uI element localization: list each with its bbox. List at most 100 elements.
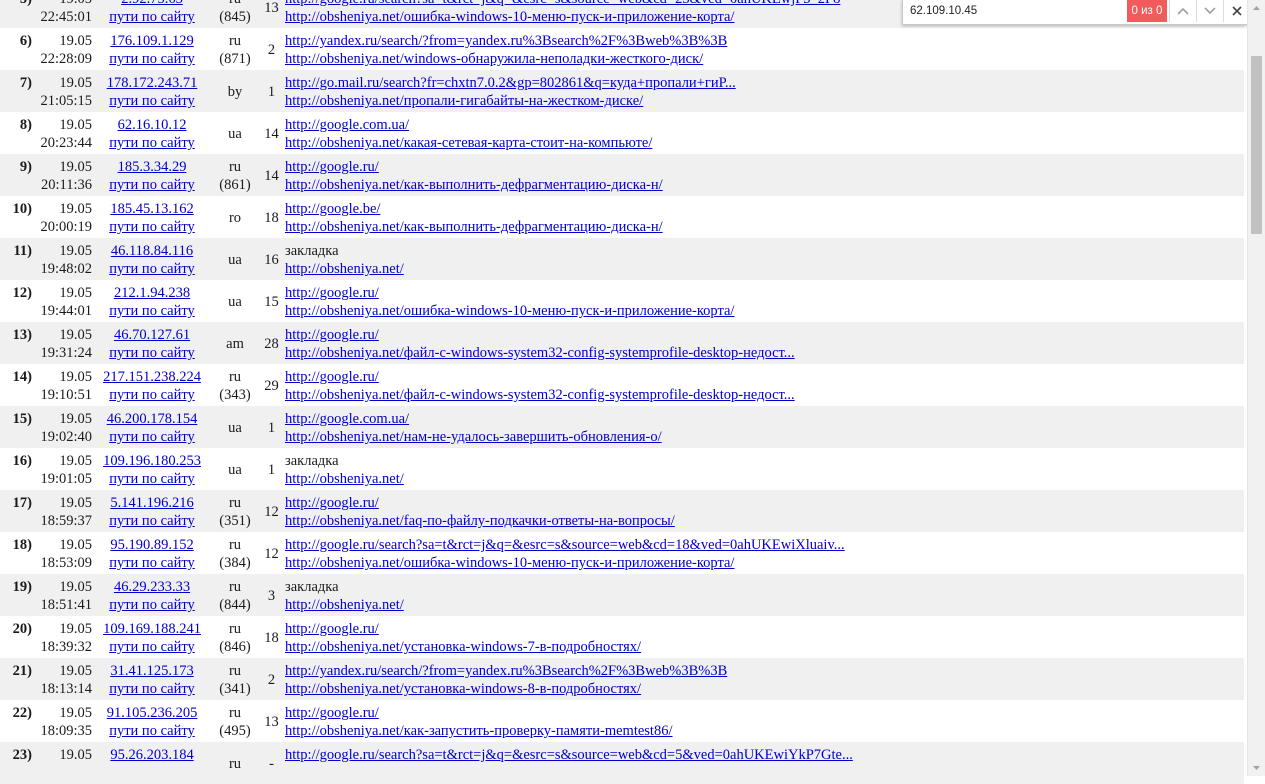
referrer-link[interactable]: http://google.ru/search?sa=t&rct=j&q=&es… [285, 746, 1244, 764]
visitor-ip-link[interactable]: 185.3.34.29 [92, 158, 212, 176]
site-paths-link[interactable]: пути по сайту [92, 428, 212, 446]
visitor-ip-link[interactable]: 185.45.13.162 [92, 200, 212, 218]
site-paths-link[interactable]: пути по сайту [92, 470, 212, 488]
visitor-ip-link[interactable]: 95.190.89.152 [92, 536, 212, 554]
site-paths-link[interactable]: пути по сайту [92, 512, 212, 530]
region-code-label: (861) [219, 177, 251, 193]
visit-datetime: 19.0522:45:01 [32, 0, 92, 28]
landing-page-link[interactable]: http://obsheniya.net/какая-сетевая-карта… [285, 134, 1244, 152]
referrer-link[interactable]: http://yandex.ru/search/?from=yandex.ru%… [285, 662, 1244, 680]
visitor-ip-cell: 109.169.188.241 пути по сайту [92, 616, 212, 658]
vertical-scrollbar[interactable] [1247, 0, 1265, 776]
site-paths-link[interactable]: пути по сайту [92, 92, 212, 110]
visitor-ip-link[interactable]: 5.141.196.216 [92, 494, 212, 512]
table-row: 18) 19.05 18:53:09 95.190.89.152 пути по сай… [0, 532, 1244, 574]
referrer-link[interactable]: http://google.ru/ [285, 284, 1244, 302]
site-paths-link[interactable]: пути по сайту [92, 218, 212, 236]
visitor-ip-link[interactable]: 2.92.75.63 [92, 0, 212, 8]
landing-page-link[interactable]: http://obsheniya.net/ошибка-windows-10-м… [285, 554, 1244, 572]
find-input[interactable] [906, 2, 1134, 20]
referrer-link[interactable]: http://google.be/ [285, 200, 1244, 218]
referrer-link[interactable]: http://google.ru/search?sa=t&rct=j&q=&es… [285, 536, 1244, 554]
visitor-ip-link[interactable]: 31.41.125.173 [92, 662, 212, 680]
landing-page-link[interactable]: http://obsheniya.net/ [285, 596, 1244, 614]
visitor-ip-link[interactable]: 91.105.236.205 [92, 704, 212, 722]
visitor-ip-link[interactable]: 176.109.1.129 [92, 32, 212, 50]
landing-page-link[interactable]: http://obsheniya.net/как-выполнить-дефра… [285, 218, 1244, 236]
referrer-link[interactable]: http://google.ru/ [285, 326, 1244, 344]
find-close-button[interactable] [1223, 0, 1250, 22]
country-code: ua [212, 238, 258, 280]
referrer-link[interactable]: http://google.ru/ [285, 158, 1244, 176]
visit-datetime: 19.05 19:48:02 [32, 238, 92, 280]
landing-page-link[interactable]: http://obsheniya.net/установка-windows-7… [285, 638, 1244, 656]
visit-time: 19:31:24 [40, 345, 92, 361]
visitor-ip-link[interactable]: 62.16.10.12 [92, 116, 212, 134]
referrer-link[interactable]: http://google.ru/ [285, 368, 1244, 386]
referrer-link[interactable]: http://go.mail.ru/search?fr=chxtn7.0.2&g… [285, 74, 1244, 92]
site-paths-link[interactable]: пути по сайту [92, 260, 212, 278]
landing-page-link[interactable]: http://obsheniya.net/ [285, 470, 1244, 488]
visitor-ip-link[interactable]: 217.151.238.224 [92, 368, 212, 386]
site-paths-link[interactable]: пути по сайту [92, 596, 212, 614]
row-number: 14) [12, 369, 32, 385]
visitor-ip-link[interactable]: 46.200.178.154 [92, 410, 212, 428]
country-code-label: ru [228, 621, 242, 637]
referrer-link[interactable]: http://google.ru/ [285, 704, 1244, 722]
landing-page-link[interactable]: http://obsheniya.net/файл-с-windows-syst… [285, 344, 1244, 362]
visitor-ip-link[interactable]: 46.118.84.116 [92, 242, 212, 260]
visitor-ip-link[interactable]: 178.172.243.71 [92, 74, 212, 92]
site-paths-link[interactable]: пути по сайту [92, 680, 212, 698]
site-paths-link[interactable]: пути по сайту [92, 554, 212, 572]
table-row: 23) 19.05 95.26.203.184 ru - http://google.ru… [0, 742, 1244, 784]
visitor-ip-link[interactable]: 46.70.127.61 [92, 326, 212, 344]
visit-date: 19.05 [59, 285, 92, 301]
referrer-link[interactable]: http://google.ru/ [285, 494, 1244, 512]
find-next-button[interactable] [1196, 0, 1223, 22]
visitor-ip-link[interactable]: 109.196.180.253 [92, 452, 212, 470]
landing-page-link[interactable]: http://obsheniya.net/faq-по-файлу-подкач… [285, 512, 1244, 530]
referrer-link[interactable]: http://google.ru/ [285, 620, 1244, 638]
site-paths-link[interactable]: пути по сайту [92, 50, 212, 68]
url-cell: http://google.be/http://obsheniya.net/ка… [285, 196, 1244, 238]
visit-date: 19.05 [59, 747, 92, 763]
landing-page-link[interactable]: http://obsheniya.net/ошибка-windows-10-м… [285, 302, 1244, 320]
table-row: 12) 19.05 19:44:01 212.1.94.238 пути по сайт… [0, 280, 1244, 322]
landing-page-link[interactable]: http://obsheniya.net/как-запустить-прове… [285, 722, 1244, 740]
site-paths-link[interactable]: пути по сайту [92, 8, 212, 26]
url-cell: http://google.ru/http://obsheniya.net/ус… [285, 616, 1244, 658]
site-paths-link[interactable]: пути по сайту [92, 176, 212, 194]
url-cell: http://google.ru/search?sa=t&rct=j&q=&es… [285, 742, 1244, 784]
country-code: ru (384) [212, 532, 258, 574]
row-number: 9) [19, 159, 32, 175]
visitor-ip-link[interactable]: 95.26.203.184 [92, 746, 212, 764]
landing-page-link[interactable]: http://obsheniya.net/windows-обнаружила-… [285, 50, 1244, 68]
visitor-ip-link[interactable]: 212.1.94.238 [92, 284, 212, 302]
landing-page-link[interactable]: http://obsheniya.net/файл-с-windows-syst… [285, 386, 1244, 404]
visitor-ip-link[interactable]: 46.29.233.33 [92, 578, 212, 596]
referrer-link[interactable]: http://yandex.ru/search/?from=yandex.ru%… [285, 32, 1244, 50]
site-paths-link[interactable]: пути по сайту [92, 638, 212, 656]
visit-count: 18 [264, 630, 279, 646]
site-paths-link[interactable]: пути по сайту [92, 722, 212, 740]
scroll-down-button[interactable] [1248, 760, 1265, 776]
referrer-link[interactable]: http://google.com.ua/ [285, 410, 1244, 428]
site-paths-link[interactable]: пути по сайту [92, 344, 212, 362]
site-paths-link[interactable]: пути по сайту [92, 302, 212, 320]
scroll-up-button[interactable] [1248, 0, 1265, 16]
landing-page-link[interactable]: http://obsheniya.net/пропали-гигабайты-н… [285, 92, 1244, 110]
row-number: 12) [12, 285, 32, 301]
visitor-ip-cell: 5.141.196.216 пути по сайту [92, 490, 212, 532]
visitor-ip-link[interactable]: 109.169.188.241 [92, 620, 212, 638]
site-paths-link[interactable]: пути по сайту [92, 386, 212, 404]
row-number: 20) [12, 621, 32, 637]
landing-page-link[interactable]: http://obsheniya.net/нам-не-удалось-заве… [285, 428, 1244, 446]
landing-page-link[interactable]: http://obsheniya.net/как-выполнить-дефра… [285, 176, 1244, 194]
landing-page-link[interactable]: http://obsheniya.net/ [285, 260, 1244, 278]
site-paths-link[interactable]: пути по сайту [92, 134, 212, 152]
landing-page-link[interactable]: http://obsheniya.net/установка-windows-8… [285, 680, 1244, 698]
referrer-link[interactable]: http://google.com.ua/ [285, 116, 1244, 134]
find-previous-button[interactable] [1169, 0, 1196, 22]
country-code: ru [212, 742, 258, 784]
scrollbar-thumb[interactable] [1251, 56, 1262, 234]
